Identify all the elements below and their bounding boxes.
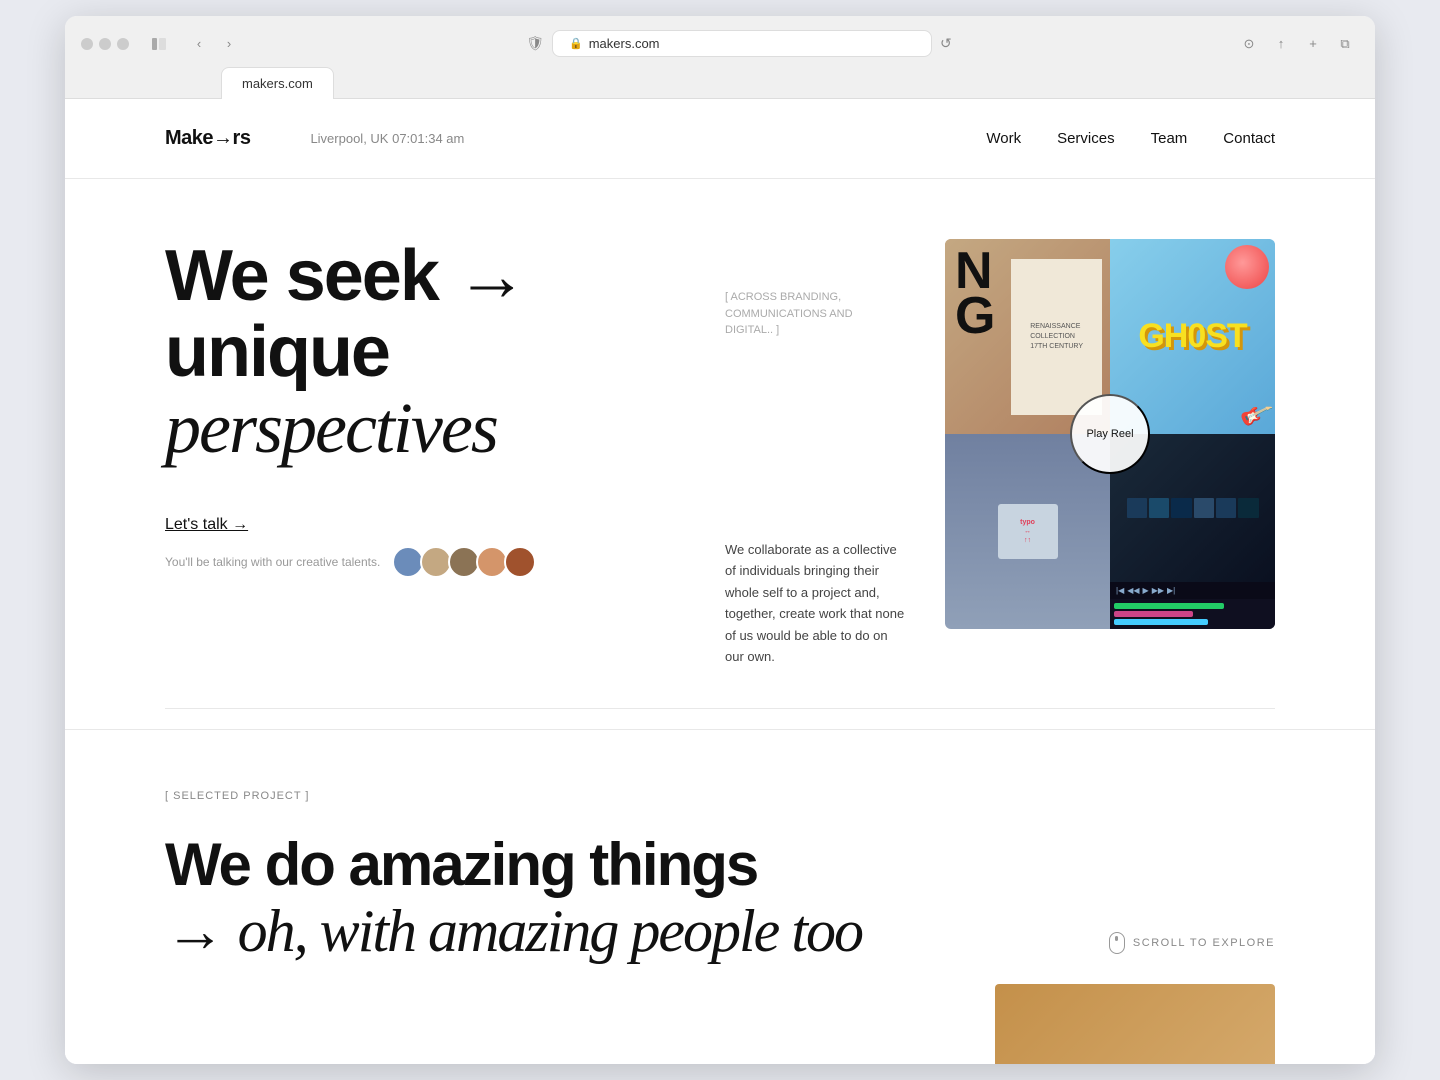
tshirt-graphic: typo↔↑↑: [998, 504, 1058, 559]
browser-controls: ‹ › 🛡 🔒 makers.com ↺ ⊙ ↑ + ⧉: [81, 30, 1359, 57]
guitar-icon: 🎸: [1237, 397, 1275, 434]
play-icon: |◀: [1116, 586, 1124, 595]
frame: [1194, 498, 1214, 518]
hero-section: We seek → unique perspectives Let's talk…: [65, 179, 1375, 707]
site-nav: Work Services Team Contact: [986, 130, 1275, 147]
active-tab[interactable]: makers.com: [221, 67, 334, 99]
avatar-5: [504, 546, 536, 578]
headline-line1: We seek →: [165, 236, 526, 316]
headline-line2: unique: [165, 312, 389, 392]
avatar-row: [392, 546, 536, 578]
site-header: Make→rs Liverpool, UK 07:01:34 am Work S…: [65, 99, 1375, 179]
address-bar[interactable]: 🔒 makers.com: [552, 30, 932, 57]
nav-contact[interactable]: Contact: [1223, 130, 1275, 147]
frame: [1127, 498, 1147, 518]
video-controls: |◀ ◀◀ ▶ ▶▶ ▶|: [1110, 582, 1275, 599]
bottom-image-placeholder: [995, 984, 1275, 1064]
traffic-light-maximize[interactable]: [117, 38, 129, 50]
end-icon: ▶|: [1167, 586, 1175, 595]
hero-description: We collaborate as a collective of indivi…: [725, 539, 905, 668]
headline-line3: perspectives: [165, 388, 497, 468]
site-logo[interactable]: Make→rs: [165, 127, 250, 150]
traffic-light-minimize[interactable]: [99, 38, 111, 50]
nav-team[interactable]: Team: [1151, 130, 1188, 147]
frame: [1238, 498, 1258, 518]
timeline-track-1: [1114, 603, 1224, 609]
hero-cta-section: Let's talk → You'll be talking with our …: [165, 516, 685, 578]
scroll-explore: SCROLL TO EXPLORE: [1109, 932, 1275, 964]
arrow-prefix: →: [165, 897, 238, 964]
scroll-icon: [1109, 932, 1125, 954]
tab-bar: makers.com: [81, 67, 1359, 98]
ng-letters: NG: [955, 249, 995, 337]
talking-to-text: You'll be talking with our creative tale…: [165, 555, 380, 569]
selected-project-section: [ SELECTED PROJECT ] We do amazing thing…: [65, 729, 1375, 1004]
section-label: [ SELECTED PROJECT ]: [165, 790, 1275, 802]
play-reel-button[interactable]: Play Reel: [1070, 394, 1150, 474]
browser-nav-buttons: ‹ ›: [185, 33, 243, 55]
address-bar-container: 🛡 🔒 makers.com ↺: [251, 30, 1227, 57]
hero-desc-wrap: We collaborate as a collective of indivi…: [725, 339, 905, 668]
scroll-dot: [1115, 936, 1118, 941]
download-button[interactable]: ⊙: [1235, 33, 1263, 55]
project-line1: We do amazing things: [165, 831, 757, 898]
section-divider: [165, 708, 1275, 709]
hero-headline: We seek → unique perspectives: [165, 239, 685, 466]
scroll-label: SCROLL TO EXPLORE: [1133, 937, 1275, 949]
reload-button[interactable]: ↺: [940, 35, 952, 52]
lets-talk-link[interactable]: Let's talk →: [165, 516, 248, 534]
play-pause-icon: ▶: [1143, 586, 1149, 595]
bottom-strip: [65, 1004, 1375, 1064]
shield-icon: 🛡: [526, 35, 544, 52]
video-timeline: [1110, 599, 1275, 629]
timeline-track-3: [1114, 619, 1208, 625]
poster-bg: RENAISSANCECOLLECTION17TH CENTURY: [1011, 259, 1102, 415]
frame: [1216, 498, 1236, 518]
ghost-text: GH0ST: [1138, 317, 1246, 356]
project-row: We do amazing things → oh, with amazing …: [165, 832, 1275, 964]
tab-label: makers.com: [242, 76, 313, 91]
flower-decoration: [1225, 245, 1269, 289]
video-frames: [1127, 498, 1259, 518]
sidebar-toggle-button[interactable]: [145, 33, 173, 55]
location-time: Liverpool, UK 07:01:34 am: [310, 131, 986, 146]
hero-collage: NG RENAISSANCECOLLECTION17TH CENTURY GH0…: [945, 239, 1275, 629]
timeline-track-2: [1114, 611, 1193, 617]
browser-chrome: ‹ › 🛡 🔒 makers.com ↺ ⊙ ↑ + ⧉: [65, 16, 1375, 99]
tshirt-text: typo↔↑↑: [1020, 518, 1035, 545]
nav-work[interactable]: Work: [986, 130, 1021, 147]
hero-middle: [ ACROSS BRANDING, COMMUNICATIONS AND DI…: [725, 239, 905, 667]
italic-text: oh, with amazing people too: [238, 898, 862, 964]
url-text: makers.com: [589, 36, 660, 51]
project-text: We do amazing things → oh, with amazing …: [165, 832, 1109, 964]
traffic-light-close[interactable]: [81, 38, 93, 50]
frame: [1149, 498, 1169, 518]
new-tab-button[interactable]: +: [1299, 33, 1327, 55]
browser-actions: ⊙ ↑ + ⧉: [1235, 33, 1359, 55]
lock-icon: 🔒: [569, 37, 583, 50]
hero-left: We seek → unique perspectives Let's talk…: [165, 239, 685, 667]
forward-button[interactable]: ›: [215, 33, 243, 55]
ffwd-icon: ▶▶: [1152, 586, 1164, 595]
project-headline: We do amazing things → oh, with amazing …: [165, 832, 1109, 964]
play-reel-label: Play Reel: [1086, 428, 1133, 440]
traffic-lights: [81, 38, 129, 50]
tab-overview-button[interactable]: ⧉: [1331, 33, 1359, 55]
website-content: Make→rs Liverpool, UK 07:01:34 am Work S…: [65, 99, 1375, 1063]
poster-fine-text: RENAISSANCECOLLECTION17TH CENTURY: [1030, 322, 1083, 351]
hero-tagline: [ ACROSS BRANDING, COMMUNICATIONS AND DI…: [725, 289, 855, 339]
frame: [1171, 498, 1191, 518]
browser-window: ‹ › 🛡 🔒 makers.com ↺ ⊙ ↑ + ⧉: [65, 16, 1375, 1063]
talking-to: You'll be talking with our creative tale…: [165, 546, 685, 578]
project-line2: → oh, with amazing people too: [165, 898, 1109, 964]
back-button[interactable]: ‹: [185, 33, 213, 55]
share-button[interactable]: ↑: [1267, 33, 1295, 55]
nav-services[interactable]: Services: [1057, 130, 1115, 147]
rewind-icon: ◀◀: [1127, 586, 1139, 595]
